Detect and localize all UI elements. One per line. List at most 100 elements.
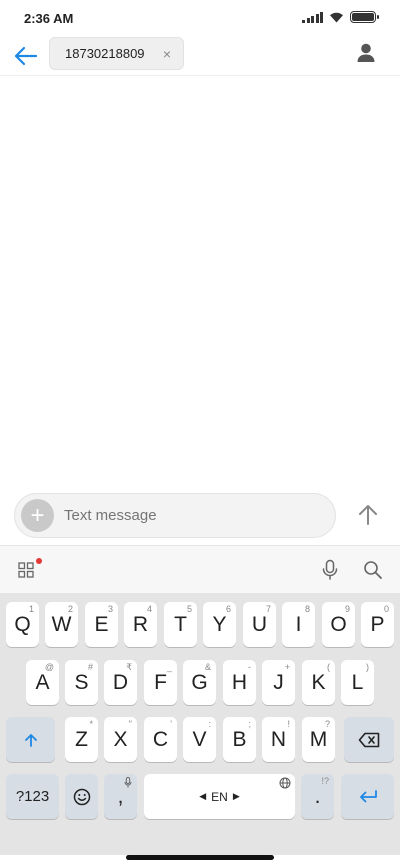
key-i[interactable]: I8 xyxy=(282,602,315,647)
key-h[interactable]: H- xyxy=(223,660,256,705)
key-label: L xyxy=(351,670,364,694)
recipient-number: 18730218809 xyxy=(65,46,145,61)
key-label: . xyxy=(314,784,321,808)
key-sup: _ xyxy=(166,662,172,672)
key-label: J xyxy=(273,670,284,694)
grid-icon[interactable] xyxy=(18,562,34,578)
key-sup: 7 xyxy=(265,604,271,614)
key-sup: !? xyxy=(321,776,329,786)
key-k[interactable]: K( xyxy=(302,660,335,705)
key-p[interactable]: P0 xyxy=(361,602,394,647)
key-sup: ( xyxy=(327,662,330,672)
key-sup: * xyxy=(89,719,93,729)
key-sup: 3 xyxy=(107,604,113,614)
key-w[interactable]: W2 xyxy=(45,602,78,647)
key-label: K xyxy=(311,670,326,694)
microphone-icon xyxy=(124,777,132,788)
conversation-header: 18730218809 × xyxy=(0,36,400,76)
key-sup: @ xyxy=(44,662,54,672)
key-c[interactable]: C ' xyxy=(144,717,177,762)
home-indicator[interactable] xyxy=(126,855,274,860)
emoji-icon xyxy=(73,788,90,805)
compose-bar: + xyxy=(14,493,336,538)
remove-recipient-icon[interactable]: × xyxy=(163,47,171,61)
wifi-icon xyxy=(330,12,343,23)
key-sup: + xyxy=(284,662,290,672)
shift-icon xyxy=(24,733,37,747)
key-q[interactable]: Q1 xyxy=(6,602,39,647)
key-label: N xyxy=(270,727,287,751)
send-arrow-icon xyxy=(359,505,377,525)
key-sup: 1 xyxy=(28,604,34,614)
add-attachment-button[interactable]: + xyxy=(21,499,54,532)
signal-icon xyxy=(302,11,323,23)
key-sup: 4 xyxy=(146,604,152,614)
key-label: B xyxy=(232,727,247,751)
key-sup: ? xyxy=(324,719,330,729)
status-icons xyxy=(302,11,379,23)
search-icon[interactable] xyxy=(363,560,383,580)
key-n[interactable]: N! xyxy=(262,717,295,762)
key-y[interactable]: Y6 xyxy=(203,602,236,647)
recipient-chip[interactable]: 18730218809 × xyxy=(49,37,184,70)
key-sup: & xyxy=(204,662,211,672)
key-sup: # xyxy=(87,662,93,672)
key-label: A xyxy=(35,670,50,694)
key-label: M xyxy=(309,727,328,751)
backspace-key[interactable] xyxy=(344,717,394,762)
key-sup: ₹ xyxy=(126,662,132,672)
key-s[interactable]: S # xyxy=(65,660,98,705)
key-g[interactable]: G & xyxy=(183,660,216,705)
person-icon xyxy=(357,43,375,62)
period-key[interactable]: . !? xyxy=(301,774,334,819)
key-z[interactable]: Z * xyxy=(65,717,98,762)
key-sup: ! xyxy=(287,719,290,729)
comma-key[interactable]: , xyxy=(104,774,137,819)
key-label: U xyxy=(251,612,268,636)
status-bar: 2:36 AM xyxy=(0,0,400,36)
status-time: 2:36 AM xyxy=(24,11,74,26)
key-f[interactable]: F _ xyxy=(144,660,177,705)
key-t[interactable]: T5 xyxy=(164,602,197,647)
space-key[interactable]: ◀ EN ▶ xyxy=(144,774,295,819)
symbols-key[interactable]: ?123 xyxy=(6,774,59,819)
message-input[interactable] xyxy=(64,507,304,524)
emoji-key[interactable] xyxy=(65,774,98,819)
key-r[interactable]: R4 xyxy=(124,602,157,647)
key-label: I xyxy=(295,612,302,636)
key-label: T xyxy=(174,612,187,636)
key-m[interactable]: M? xyxy=(302,717,335,762)
key-e[interactable]: E3 xyxy=(85,602,118,647)
send-button[interactable] xyxy=(354,500,382,530)
key-label: E xyxy=(94,612,109,636)
key-sup: : xyxy=(208,719,211,729)
key-d[interactable]: D ₹ xyxy=(104,660,137,705)
shift-key[interactable] xyxy=(6,717,55,762)
key-sup: 8 xyxy=(304,604,310,614)
key-sup: 9 xyxy=(344,604,350,614)
key-v[interactable]: V: xyxy=(183,717,216,762)
key-x[interactable]: X " xyxy=(104,717,137,762)
key-label: ?123 xyxy=(15,788,50,805)
key-a[interactable]: A @ xyxy=(26,660,59,705)
back-button[interactable] xyxy=(10,40,42,72)
key-u[interactable]: U7 xyxy=(243,602,276,647)
key-j[interactable]: J + xyxy=(262,660,295,705)
key-sup: - xyxy=(248,662,251,672)
key-label: R xyxy=(132,612,149,636)
contact-button[interactable] xyxy=(354,41,378,65)
key-sup: 6 xyxy=(225,604,231,614)
key-label: F xyxy=(154,670,167,694)
microphone-icon[interactable] xyxy=(321,559,339,581)
key-o[interactable]: O9 xyxy=(322,602,355,647)
key-b[interactable]: B; xyxy=(223,717,256,762)
enter-icon xyxy=(359,789,377,802)
key-sup: ; xyxy=(248,719,251,729)
key-label: G xyxy=(191,670,208,694)
enter-key[interactable] xyxy=(341,774,394,819)
globe-icon xyxy=(279,777,291,789)
key-label: O xyxy=(330,612,347,636)
key-l[interactable]: L) xyxy=(341,660,374,705)
key-label: X xyxy=(113,727,128,751)
key-sup: " xyxy=(128,719,132,729)
